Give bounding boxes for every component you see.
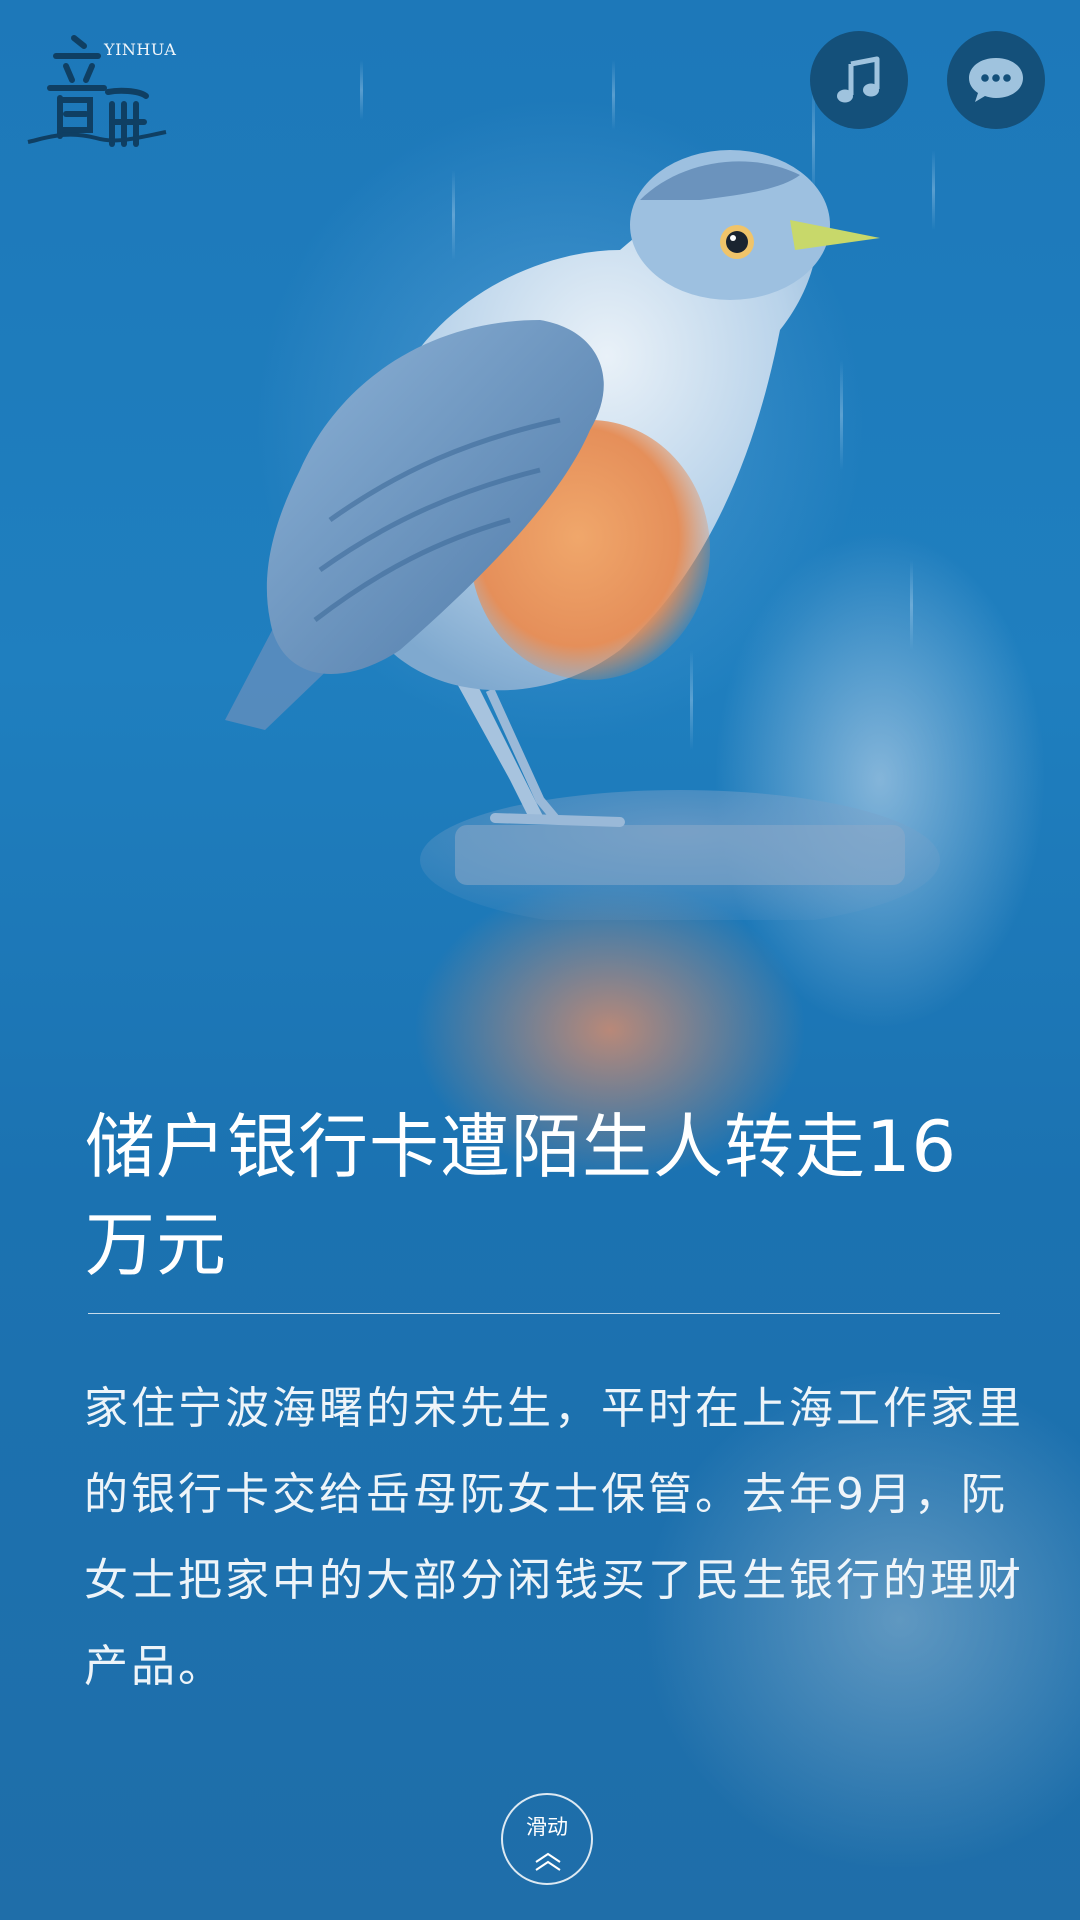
comment-button[interactable]: [947, 31, 1045, 129]
music-note-icon: [837, 56, 880, 103]
logo-text: YINHUA: [104, 40, 177, 59]
double-chevron-up-icon: [535, 1852, 561, 1871]
music-button[interactable]: [810, 31, 908, 129]
yinhua-logo: YINHUA: [26, 26, 186, 152]
article-title: 储户银行卡遭陌生人转走16万元: [85, 1106, 958, 1286]
scroll-label: 滑动: [526, 1815, 568, 1839]
title-divider: [88, 1313, 1000, 1314]
article-body: 家住宁波海曙的宋先生，平时在上海工作家里的银行卡交给岳母阮女士保管。去年9月，阮…: [84, 1383, 1024, 1692]
scroll-up-button[interactable]: 滑动: [501, 1793, 593, 1885]
chat-bubble-icon: [969, 58, 1023, 102]
